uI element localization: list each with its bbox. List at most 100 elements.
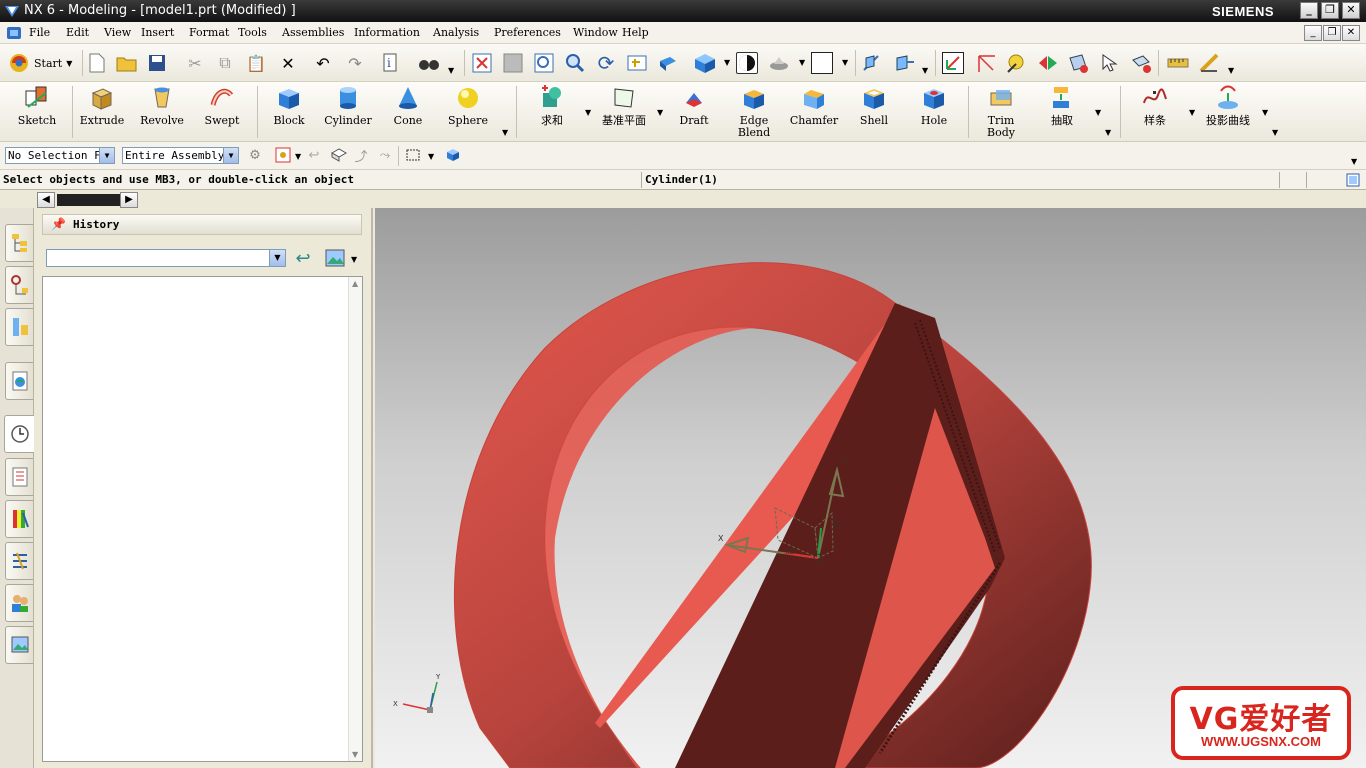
selection-point-icon[interactable] [1099, 52, 1121, 74]
save-icon[interactable] [146, 52, 168, 74]
curve-more-dropdown-icon[interactable]: ▼ [1272, 128, 1278, 137]
constraint-navigator-tab[interactable] [5, 266, 33, 304]
scroll-right-button[interactable]: ▶ [120, 192, 138, 208]
web-browser-tab[interactable] [5, 362, 33, 400]
reset-filter-icon[interactable]: ↩ [305, 145, 323, 165]
menu-help[interactable]: Help [622, 26, 649, 39]
delete-icon[interactable]: ✕ [277, 52, 299, 74]
zoom-window-icon[interactable] [502, 52, 524, 74]
selection-filter-combo[interactable]: No Selection Filter ▼ [5, 147, 115, 164]
measure-distance-icon[interactable] [1167, 52, 1189, 74]
wcs-origin-icon[interactable] [860, 52, 882, 74]
wcs-rotate-icon[interactable] [893, 52, 915, 74]
full-screen-icon[interactable] [1345, 172, 1361, 188]
menu-analysis[interactable]: Analysis [433, 26, 479, 39]
new-file-icon[interactable] [86, 52, 108, 74]
vector-icon[interactable] [1037, 52, 1059, 74]
menu-edit[interactable]: Edit [66, 26, 89, 39]
scroll-thumb[interactable] [57, 194, 120, 206]
model-view[interactable]: X Y XC YC X Y [375, 208, 1366, 768]
zoom-icon[interactable] [564, 52, 586, 74]
cut-icon[interactable]: ✂ [184, 52, 206, 74]
project-dropdown-icon[interactable]: ▼ [1262, 108, 1268, 117]
spline-dropdown-icon[interactable]: ▼ [1189, 108, 1195, 117]
snap-icon[interactable] [1006, 52, 1028, 74]
cylinder-button[interactable]: Cylinder [317, 84, 379, 140]
menu-view[interactable]: View [104, 26, 131, 39]
spline-button[interactable]: 样条 [1124, 84, 1186, 140]
visualization-tab[interactable] [5, 500, 33, 538]
redo-icon[interactable]: ↷ [344, 52, 366, 74]
select-curves-icon[interactable]: ⤴ [352, 145, 370, 165]
unite-dropdown-icon[interactable]: ▼ [585, 108, 591, 117]
doc-minimize-button[interactable]: _ [1304, 25, 1322, 41]
primitives-dropdown-icon[interactable]: ▼ [502, 128, 508, 137]
doc-restore-button[interactable]: ❐ [1323, 25, 1341, 41]
binoculars-icon[interactable] [418, 52, 440, 74]
swept-button[interactable]: Swept [191, 84, 253, 140]
nx-app-icon[interactable] [4, 3, 20, 19]
paste-icon[interactable]: 📋 [245, 52, 267, 74]
measure-dropdown-icon[interactable]: ▼ [1228, 66, 1234, 75]
plane-icon[interactable] [1067, 52, 1089, 74]
information-icon[interactable]: i [381, 52, 403, 74]
revolve-button[interactable]: Revolve [131, 84, 193, 140]
chevron-down-icon[interactable]: ▼ [269, 250, 285, 266]
roles-tab[interactable] [5, 584, 33, 622]
part-navigator-tab[interactable] [5, 308, 33, 346]
menu-format[interactable]: Format [189, 26, 229, 39]
system-materials-tab[interactable] [5, 458, 33, 496]
close-button[interactable]: ✕ [1342, 2, 1360, 19]
start-dropdown-icon[interactable]: ▼ [66, 59, 72, 68]
chamfer-button[interactable]: Chamfer [783, 84, 845, 140]
menu-insert[interactable]: Insert [141, 26, 174, 39]
feature-more-dropdown-icon[interactable]: ▼ [1105, 128, 1111, 137]
project-curve-button[interactable]: 投影曲线 [1197, 84, 1259, 140]
undo-icon[interactable]: ↶ [312, 52, 334, 74]
rotate-icon[interactable]: ⟳ [595, 51, 617, 75]
rendering-style-icon[interactable] [736, 52, 758, 74]
menu-assemblies[interactable]: Assemblies [282, 26, 344, 39]
assembly-navigator-tab[interactable] [5, 224, 33, 262]
copy-icon[interactable]: ⧉ [214, 52, 236, 74]
chevron-down-icon[interactable]: ▼ [99, 148, 114, 163]
edge-blend-button[interactable]: Edge Blend [723, 84, 785, 140]
scroll-down-icon[interactable]: ▼ [352, 750, 358, 759]
palette-tab[interactable] [5, 626, 33, 664]
rectangle-select-icon[interactable] [404, 145, 422, 165]
background-color-icon[interactable] [811, 52, 833, 74]
open-folder-icon[interactable] [116, 52, 138, 74]
hole-button[interactable]: Hole [903, 84, 965, 140]
shade-dropdown-icon[interactable]: ▼ [799, 58, 805, 67]
datum-plane-button[interactable]: 基准平面 [593, 84, 655, 140]
fit-view-icon[interactable] [471, 52, 493, 74]
chevron-down-icon[interactable]: ▼ [223, 148, 238, 163]
type-filter-dropdown-icon[interactable]: ▼ [295, 152, 301, 161]
open-history-icon[interactable]: ↩ [292, 248, 314, 269]
orient-dropdown-icon[interactable]: ▼ [724, 58, 730, 67]
pin-icon[interactable]: 📌 [51, 217, 66, 231]
point-constructor-icon[interactable] [976, 52, 998, 74]
extract-dropdown-icon[interactable]: ▼ [1095, 108, 1101, 117]
select-faces-icon[interactable]: ⤳ [376, 145, 394, 165]
history-list[interactable]: ▲ ▼ [42, 276, 363, 762]
doc-close-button[interactable]: ✕ [1342, 25, 1360, 41]
zoom-region-icon[interactable] [533, 52, 555, 74]
sphere-button[interactable]: Sphere [437, 84, 499, 140]
start-button[interactable]: Start ▼ [8, 52, 72, 74]
trim-body-button[interactable]: Trim Body [970, 84, 1032, 140]
select-features-icon[interactable] [330, 145, 348, 165]
sketch-button[interactable]: Sketch [6, 84, 68, 140]
menu-preferences[interactable]: Preferences [494, 26, 561, 39]
graphics-window[interactable]: X Y XC YC X Y [375, 208, 1366, 768]
history-filter-combo[interactable]: ▼ [46, 249, 286, 267]
shade-icon[interactable] [768, 52, 790, 74]
restore-button[interactable]: ❐ [1321, 2, 1339, 19]
draft-button[interactable]: Draft [663, 84, 725, 140]
menu-tools[interactable]: Tools [238, 26, 267, 39]
background-dropdown-icon[interactable]: ▼ [842, 58, 848, 67]
shell-button[interactable]: Shell [843, 84, 905, 140]
selection-bar-dropdown-icon[interactable]: ▼ [1351, 157, 1357, 166]
orient-view-icon[interactable] [694, 52, 716, 74]
extrude-button[interactable]: Extrude [71, 84, 133, 140]
